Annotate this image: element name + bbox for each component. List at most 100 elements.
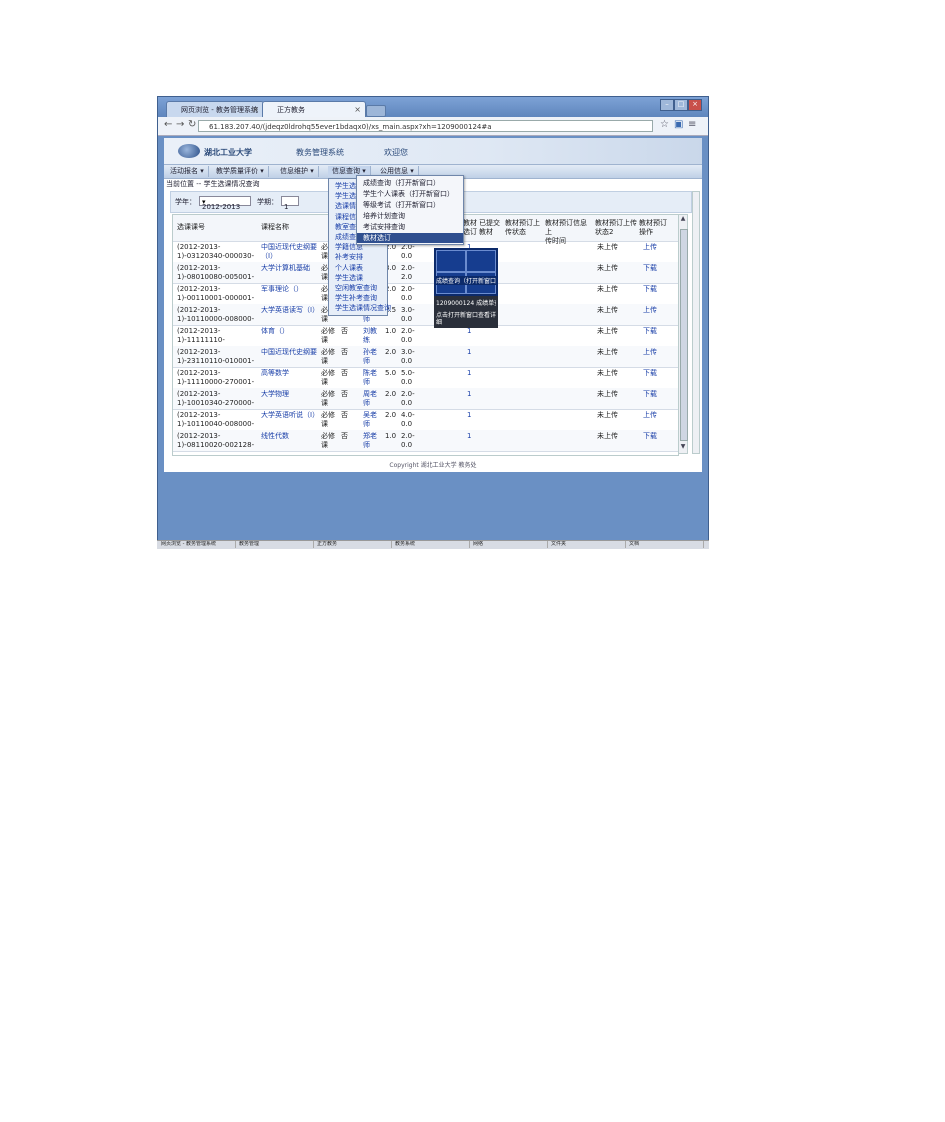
submenu-item[interactable]: 学生补考查询: [329, 293, 387, 303]
submenu-item[interactable]: 补考安排: [329, 252, 387, 262]
course-hours: 2.0-0.0: [401, 243, 415, 260]
table-row: (2012-2013-1)-08110020-002128-3 线性代数必修课否 郑…: [173, 430, 678, 452]
reload-icon[interactable]: ↻: [188, 119, 196, 130]
menu-teaching-eval[interactable]: 教学质量评价 ▾: [212, 166, 269, 177]
course-credit: 2.0: [385, 390, 397, 398]
dropdown-item[interactable]: 等级考试（打开新窗口）: [357, 200, 463, 210]
course-selected: 否: [341, 327, 348, 335]
scroll-down-icon[interactable]: ▼: [679, 443, 687, 453]
menu-info-maintain[interactable]: 信息维护 ▾: [276, 166, 319, 177]
operation-link[interactable]: 下载: [643, 327, 663, 345]
course-hours: 2.0-0.0: [401, 285, 415, 302]
dropdown-item[interactable]: 考试安排查询: [357, 222, 463, 232]
course-hours: 2.0-2.0: [401, 264, 415, 281]
operation-link[interactable]: 下载: [643, 285, 663, 303]
taskbar-item[interactable]: 教务系统: [393, 541, 470, 548]
user-label: 欢迎您: [384, 148, 408, 157]
operation-link[interactable]: 上传: [643, 411, 663, 429]
term-label: 学期：: [257, 198, 278, 206]
minimize-icon[interactable]: –: [660, 99, 674, 111]
teacher-name[interactable]: 周老师: [363, 390, 381, 408]
forward-icon[interactable]: →: [176, 119, 184, 130]
course-name[interactable]: 中国近现代史纲要: [261, 348, 317, 366]
operation-link[interactable]: 下载: [643, 264, 663, 282]
teacher-name[interactable]: 孙老师: [363, 348, 381, 366]
menu-activity[interactable]: 活动报名 ▾: [166, 166, 209, 177]
book-count[interactable]: 1: [467, 348, 477, 366]
taskbar-item[interactable]: 正方教务: [315, 541, 392, 548]
dropdown-item[interactable]: 教材选订: [357, 233, 463, 243]
teacher-name[interactable]: 吴老师: [363, 411, 381, 429]
course-code: (2012-2013-1)-23110110-010001-1: [177, 348, 255, 365]
address-bar[interactable]: 61.183.207.40/(jdeqz0ldrohq55ever1bdaqx0…: [198, 120, 653, 132]
course-name[interactable]: 大学英语听说（I）: [261, 411, 317, 429]
submenu-item[interactable]: 学生选课情况查询: [329, 303, 391, 313]
submenu-item[interactable]: 空闲教室查询: [329, 283, 387, 293]
taskbar-item[interactable]: 网页浏览 - 教务管理系统: [159, 541, 236, 548]
book-count[interactable]: 1: [467, 327, 477, 345]
book-count[interactable]: 1: [467, 390, 477, 408]
browser-tab-2[interactable]: 正方教务 ×: [262, 101, 366, 117]
upload-status: 未上传: [597, 390, 618, 398]
popup-title: 成绩查询（打开新窗口）: [436, 276, 496, 285]
table-row: (2012-2013-1)-08010080-005001-1大学计算机基础必修…: [173, 262, 678, 284]
extension-icon[interactable]: ▣: [674, 119, 683, 130]
taskbar-item[interactable]: 网络: [471, 541, 548, 548]
star-icon[interactable]: ☆: [660, 119, 669, 130]
taskbar-item[interactable]: 教务管理: [237, 541, 314, 548]
scroll-thumb[interactable]: [680, 229, 688, 441]
taskbar-item[interactable]: 文档: [627, 541, 704, 548]
new-tab-button[interactable]: [366, 105, 386, 117]
course-name[interactable]: 中国近现代史纲要（I）: [261, 243, 317, 261]
course-hours: 2.0-0.0: [401, 327, 415, 344]
browser-tab-1[interactable]: 网页浏览 - 教务管理系统 ×: [166, 101, 264, 117]
teacher-name[interactable]: 陈老师: [363, 369, 381, 387]
submenu-item[interactable]: 学生选课: [329, 273, 387, 283]
close-window-icon[interactable]: ×: [688, 99, 702, 111]
dropdown-item[interactable]: 成绩查询（打开新窗口）: [357, 178, 463, 188]
book-count[interactable]: 1: [467, 411, 477, 429]
course-type: 必修课: [321, 348, 335, 365]
course-name[interactable]: 线性代数: [261, 432, 317, 450]
year-select[interactable]: 2012-2013 ▾: [199, 196, 251, 211]
operation-link[interactable]: 上传: [643, 306, 663, 324]
table-row: (2012-2013-1)-10110040-008000-2 大学英语听说（I）…: [173, 409, 678, 431]
maximize-icon[interactable]: □: [674, 99, 688, 111]
course-name[interactable]: 大学英语读写（I）: [261, 306, 317, 324]
close-icon[interactable]: ×: [252, 102, 259, 117]
taskbar-item[interactable]: 文件夹: [549, 541, 626, 548]
close-icon[interactable]: ×: [354, 102, 361, 117]
course-code: (2012-2013-1)-10110000-008000-3: [177, 306, 255, 323]
operation-link[interactable]: 上传: [643, 243, 663, 261]
course-name[interactable]: 体育（）: [261, 327, 317, 345]
book-count[interactable]: 1: [467, 369, 477, 387]
course-code: (2012-2013-1)-10110040-008000-2: [177, 411, 255, 428]
course-hours: 2.0-0.0: [401, 390, 415, 407]
course-selected: 否: [341, 348, 348, 356]
course-name[interactable]: 高等数学: [261, 369, 317, 387]
term-select[interactable]: 1: [281, 196, 299, 211]
teacher-name[interactable]: 郑老师: [363, 432, 381, 450]
submenu-item[interactable]: 个人课表: [329, 263, 387, 273]
course-name[interactable]: 军事理论（）: [261, 285, 317, 303]
table-scrollbar[interactable]: ▲ ▼: [678, 214, 688, 454]
operation-link[interactable]: 下载: [643, 390, 663, 408]
dropdown-item[interactable]: 学生个人课表（打开新窗口）: [357, 189, 463, 199]
operation-link[interactable]: 下载: [643, 369, 663, 387]
course-name[interactable]: 大学物理: [261, 390, 317, 408]
page-scrollbar[interactable]: [692, 191, 700, 454]
scroll-up-icon[interactable]: ▲: [679, 215, 687, 225]
course-code: (2012-2013-1)-08110020-002128-3: [177, 432, 255, 449]
upload-status: 未上传: [597, 369, 618, 377]
operation-link[interactable]: 下载: [643, 432, 663, 450]
teacher-name[interactable]: 刘教练: [363, 327, 381, 345]
course-type: 必修课: [321, 411, 335, 428]
book-count[interactable]: 1: [467, 432, 477, 450]
dropdown-item[interactable]: 培养计划查询: [357, 211, 463, 221]
menu-icon[interactable]: ≡: [688, 119, 696, 130]
course-name[interactable]: 大学计算机基础: [261, 264, 317, 282]
popup-subtext: 1209000124 成绩单查询: [436, 300, 496, 307]
operation-link[interactable]: 上传: [643, 348, 663, 366]
course-code: (2012-2013-1)-11111110-005000013: [177, 327, 225, 344]
back-icon[interactable]: ←: [164, 119, 172, 130]
